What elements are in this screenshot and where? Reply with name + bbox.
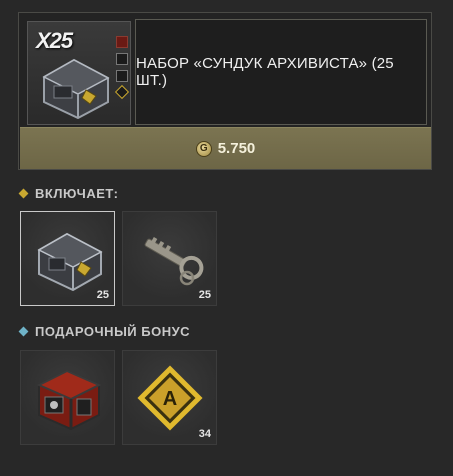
gold-coin-icon: G (195, 140, 212, 157)
item-count: 25 (96, 289, 109, 301)
item-count: 34 (198, 428, 211, 440)
chest-mini-icon (116, 53, 128, 65)
buy-price-button[interactable]: G 5.750 (20, 127, 431, 169)
badge-letter: A (163, 388, 177, 410)
gold-badge-mini-icon (114, 84, 130, 100)
bundle-thumbnail: X25 (27, 21, 131, 125)
included-item-chest[interactable]: 25 (20, 211, 115, 306)
red-crate-mini-icon (116, 36, 128, 48)
includes-heading: ВКЛЮЧАЕТ: (18, 186, 118, 201)
bonus-item-crate[interactable] (20, 350, 115, 445)
bonus-item-badge[interactable]: A 34 (122, 350, 217, 445)
included-item-key[interactable]: 25 (122, 211, 217, 306)
bundle-title: НАБОР «СУНДУК АРХИВИСТА» (25 ШТ.) (136, 55, 394, 89)
chest-icon (42, 58, 110, 120)
bundle-offer-card[interactable]: X25 НАБОР «СУНДУК АРХИВИСТА» (25 ШТ.) G … (18, 12, 432, 170)
item-count: 25 (198, 289, 211, 301)
bonus-heading-label: ПОДАРОЧНЫЙ БОНУС (35, 324, 191, 339)
includes-heading-label: ВКЛЮЧАЕТ: (35, 186, 119, 201)
red-crate-icon (36, 369, 102, 431)
bonus-heading: ПОДАРОЧНЫЙ БОНУС (18, 324, 190, 339)
price-value: 5.750 (217, 140, 256, 157)
thumbnail-mini-icons (114, 36, 130, 102)
key-mini-icon (116, 70, 128, 82)
gold-diamond-icon (18, 188, 29, 199)
blue-diamond-icon (18, 326, 29, 337)
quantity-badge: X25 (36, 28, 73, 53)
bundle-title-panel: НАБОР «СУНДУК АРХИВИСТА» (25 ШТ.) (135, 19, 427, 125)
